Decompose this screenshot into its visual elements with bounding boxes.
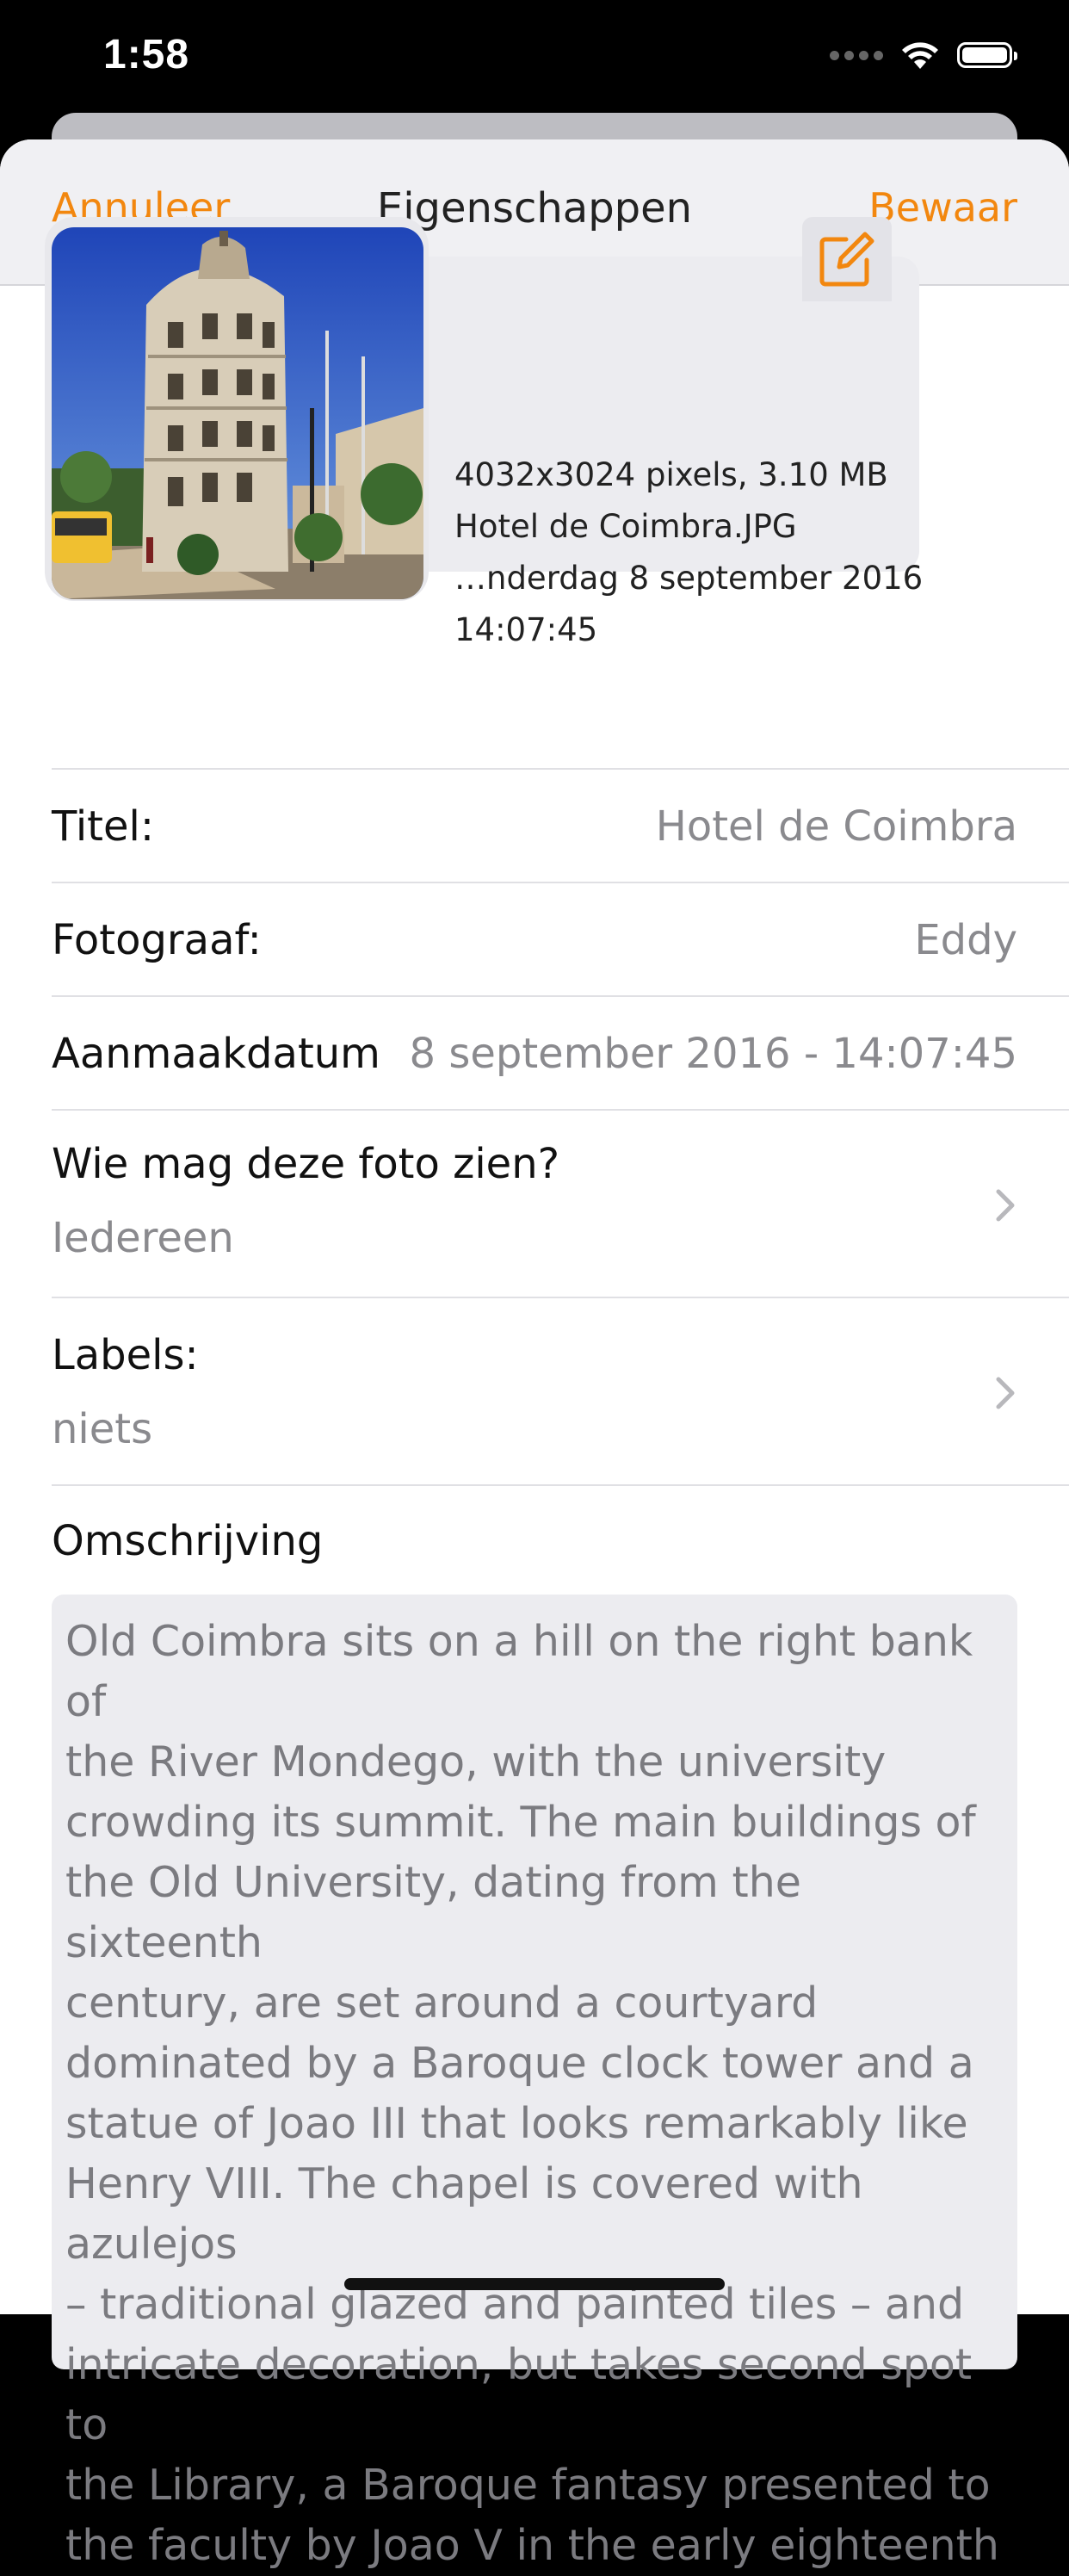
- status-time: 1:58: [103, 32, 190, 77]
- description-label: Omschrijving: [52, 1517, 324, 1565]
- visibility-value: Iedereen: [52, 1214, 234, 1262]
- photographer-value[interactable]: Eddy: [914, 916, 1017, 964]
- status-bar: 1:58: [0, 0, 1069, 129]
- description-line: crowding its summit. The main buildings …: [65, 1798, 976, 1847]
- created-date-label: Aanmaakdatum: [52, 1030, 380, 1078]
- labels-label: Labels:: [52, 1331, 199, 1379]
- divider: [52, 1484, 1069, 1486]
- photo-filename: Hotel de Coimbra.JPG: [454, 508, 797, 545]
- photo-metadata: 4032x3024 pixels, 3.10 MB Hotel de Coimb…: [454, 449, 924, 656]
- edit-button[interactable]: [802, 217, 892, 301]
- photo-thumbnail[interactable]: [52, 227, 423, 599]
- visibility-row[interactable]: Wie mag deze foto zien? Iedereen: [52, 1109, 1069, 1298]
- visibility-label: Wie mag deze foto zien?: [52, 1140, 560, 1188]
- labels-value: niets: [52, 1405, 153, 1453]
- home-indicator[interactable]: [344, 2278, 725, 2290]
- description-line: Henry VIII. The chapel is covered with a…: [65, 2159, 863, 2269]
- description-line: the Old University, dating from the sixt…: [65, 1858, 801, 1967]
- photo-time: 14:07:45: [454, 611, 598, 648]
- edit-square-pencil-icon: [819, 232, 874, 287]
- description-line: statue of Joao III that looks remarkably…: [65, 2099, 968, 2148]
- title-row[interactable]: Titel: Hotel de Coimbra: [52, 768, 1069, 882]
- labels-row[interactable]: Labels: niets: [52, 1297, 1069, 1486]
- created-date-row[interactable]: Aanmaakdatum 8 september 2016 - 14:07:45: [52, 995, 1069, 1109]
- photo-dimensions-size: 4032x3024 pixels, 3.10 MB: [454, 456, 888, 493]
- wifi-icon: [902, 42, 938, 69]
- photo-date: …nderdag 8 september 2016: [454, 560, 924, 597]
- description-line: the River Mondego, with the university: [65, 1737, 887, 1786]
- created-date-value[interactable]: 8 september 2016 - 14:07:45: [410, 1030, 1017, 1078]
- battery-icon: [957, 42, 1017, 68]
- description-line: intricate decoration, but takes second s…: [65, 2340, 973, 2449]
- title-value[interactable]: Hotel de Coimbra: [656, 802, 1017, 851]
- description-text: Old Coimbra sits on a hill on the right …: [65, 1612, 1005, 2576]
- description-line: the faculty by Joao V in the early eight…: [65, 2521, 999, 2570]
- description-line: dominated by a Baroque clock tower and a: [65, 2039, 974, 2088]
- signal-dots-icon: [830, 50, 883, 60]
- title-label: Titel:: [52, 802, 155, 851]
- photographer-row[interactable]: Fotograaf: Eddy: [52, 882, 1069, 995]
- chevron-right-icon: [996, 1377, 1015, 1409]
- chevron-right-icon: [996, 1189, 1015, 1222]
- hotel-photo-image: [52, 227, 423, 599]
- description-line: Old Coimbra sits on a hill on the right …: [65, 1617, 973, 1726]
- status-icons: [830, 40, 1017, 71]
- photographer-label: Fotograaf:: [52, 916, 262, 964]
- description-textarea[interactable]: Old Coimbra sits on a hill on the right …: [52, 1595, 1017, 2570]
- description-line: century, are set around a courtyard: [65, 1978, 819, 2028]
- description-line: the Library, a Baroque fantasy presented…: [65, 2461, 991, 2510]
